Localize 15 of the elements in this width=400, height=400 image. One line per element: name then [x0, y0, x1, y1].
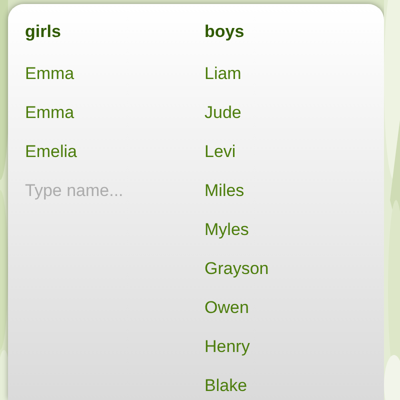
- name-entry[interactable]: Owen: [204, 294, 249, 320]
- name-entry[interactable]: Henry: [204, 334, 250, 360]
- column-heading: girls: [25, 22, 62, 42]
- name-entry[interactable]: Liam: [204, 60, 242, 86]
- name-entry[interactable]: Miles: [204, 178, 244, 204]
- name-entry[interactable]: Emma: [25, 60, 74, 86]
- name-entry[interactable]: Jude: [204, 100, 242, 126]
- name-entry[interactable]: Emma: [25, 100, 74, 126]
- name-entry[interactable]: Myles: [204, 216, 249, 242]
- name-entry[interactable]: Emelia: [25, 138, 77, 164]
- column-heading: boys: [204, 22, 246, 42]
- name-entry[interactable]: Grayson: [204, 256, 269, 282]
- name-entry[interactable]: Levi: [204, 138, 236, 164]
- name-input[interactable]: Type name...: [25, 178, 175, 204]
- name-entry[interactable]: Blake: [204, 372, 248, 398]
